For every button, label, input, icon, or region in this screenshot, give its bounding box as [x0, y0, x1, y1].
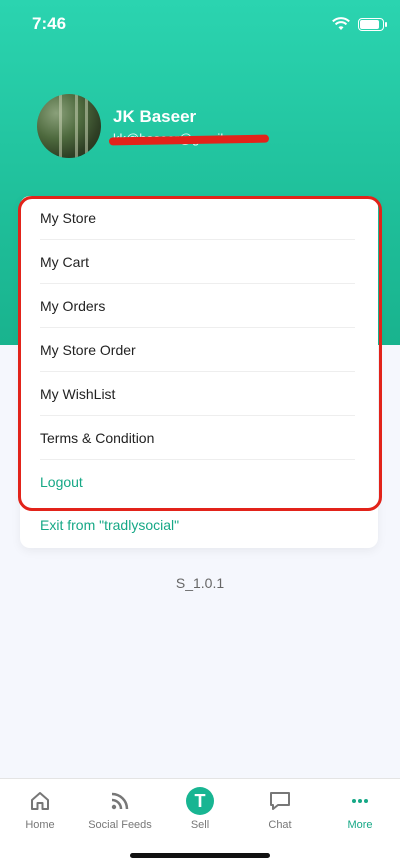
sell-icon: T	[186, 787, 214, 815]
battery-icon	[358, 17, 387, 31]
profile-email: kk@baseer@gmail.com	[108, 131, 270, 146]
menu-card: My Store My Cart My Orders My Store Orde…	[20, 196, 378, 548]
profile-header: JK Baseer kk@baseer@gmail.com	[37, 94, 270, 158]
tab-sell[interactable]: T Sell	[160, 779, 240, 839]
rss-icon	[111, 792, 129, 810]
profile-name: JK Baseer	[113, 106, 197, 126]
status-time: 7:46	[32, 14, 67, 33]
menu-item-my-wishlist[interactable]: My WishList	[40, 372, 355, 416]
menu-item-my-orders[interactable]: My Orders	[40, 284, 355, 328]
status-bar: 7:46	[0, 0, 400, 48]
tab-more[interactable]: More	[320, 779, 400, 839]
menu-item-my-store[interactable]: My Store	[40, 196, 355, 240]
home-icon	[31, 792, 49, 810]
avatar[interactable]	[37, 94, 101, 158]
tab-chat[interactable]: Chat	[240, 779, 320, 839]
status-icons	[332, 17, 387, 31]
more-icon	[352, 799, 368, 803]
tab-social-feeds[interactable]: Social Feeds	[80, 779, 160, 839]
menu-item-terms[interactable]: Terms & Condition	[40, 416, 355, 460]
home-indicator	[130, 853, 270, 858]
menu-item-my-store-order[interactable]: My Store Order	[40, 328, 355, 372]
wifi-icon	[332, 17, 350, 30]
logout-button[interactable]: Logout	[40, 460, 355, 504]
menu-item-my-cart[interactable]: My Cart	[40, 240, 355, 284]
chat-icon	[270, 792, 290, 810]
exit-button[interactable]: Exit from "tradlysocial"	[40, 517, 179, 533]
tab-home[interactable]: Home	[0, 779, 80, 839]
version-label: S_1.0.1	[175, 575, 225, 591]
